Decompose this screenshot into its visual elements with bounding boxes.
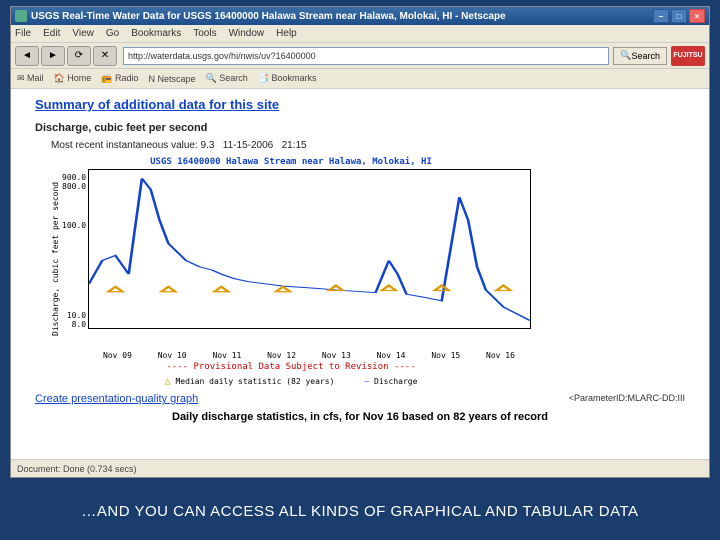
create-graph-link[interactable]: Create presentation-quality graph — [35, 393, 198, 405]
section-title[interactable]: Summary of additional data for this site — [35, 97, 685, 112]
menubar: File Edit View Go Bookmarks Tools Window… — [11, 25, 709, 43]
chart-plot — [88, 169, 531, 329]
menu-bookmarks[interactable]: Bookmarks — [131, 28, 181, 39]
tb-search[interactable]: 🔍 Search — [206, 73, 248, 84]
chart-title: USGS 16400000 Halawa Stream near Halawa,… — [51, 157, 531, 167]
menu-tools[interactable]: Tools — [193, 28, 216, 39]
x-ticks: Nov 09 Nov 10 Nov 11 Nov 12 Nov 13 Nov 1… — [99, 349, 519, 360]
back-button[interactable]: ◄ — [15, 46, 39, 66]
tb-bookmarks-toolbar[interactable]: 📑 Bookmarks — [258, 73, 317, 84]
forward-button[interactable]: ► — [41, 46, 65, 66]
status-text: Document: Done (0.734 secs) — [17, 464, 137, 474]
personal-toolbar: ✉ Mail 🏠 Home 📻 Radio N Netscape 🔍 Searc… — [11, 69, 709, 89]
parameter-heading: Discharge, cubic feet per second — [35, 122, 685, 134]
tb-mail[interactable]: ✉ Mail — [17, 73, 44, 84]
triangle-icon: △ — [165, 376, 171, 387]
menu-go[interactable]: Go — [106, 28, 119, 39]
chart-legend: △ Median daily statistic (82 years) — Di… — [51, 376, 531, 387]
menu-edit[interactable]: Edit — [43, 28, 60, 39]
y-axis-label: Discharge, cubic feet per second — [51, 169, 60, 349]
url-input[interactable]: http://waterdata.usgs.gov/hi/nwis/uv?164… — [123, 47, 609, 65]
search-button[interactable]: 🔍 Search — [613, 47, 667, 65]
tb-home[interactable]: 🏠 Home — [54, 73, 92, 84]
maximize-button[interactable]: □ — [671, 9, 687, 23]
app-icon — [15, 10, 27, 22]
close-button[interactable]: × — [689, 9, 705, 23]
search-icon: 🔍 — [620, 50, 631, 61]
menu-view[interactable]: View — [72, 28, 94, 39]
provisional-notice: ---- Provisional Data Subject to Revisio… — [51, 362, 531, 372]
chart-area: USGS 16400000 Halawa Stream near Halawa,… — [51, 157, 531, 387]
fujitsu-logo: FUJITSU — [671, 46, 705, 66]
slide-caption: …AND YOU CAN ACCESS ALL KINDS OF GRAPHIC… — [0, 503, 720, 520]
recent-value-line: Most recent instantaneous value: 9.3 11-… — [51, 140, 685, 151]
search-label: Search — [631, 51, 660, 61]
menu-window[interactable]: Window — [229, 28, 265, 39]
page-content: Summary of additional data for this site… — [11, 89, 709, 461]
browser-window: USGS Real-Time Water Data for USGS 16400… — [10, 6, 710, 478]
url-text: http://waterdata.usgs.gov/hi/nwis/uv?164… — [128, 51, 316, 61]
window-title: USGS Real-Time Water Data for USGS 16400… — [31, 11, 506, 22]
navbar: ◄ ► ⟳ ✕ http://waterdata.usgs.gov/hi/nwi… — [11, 43, 709, 69]
stop-button[interactable]: ✕ — [93, 46, 117, 66]
menu-help[interactable]: Help — [276, 28, 297, 39]
y-ticks: 900.0 800.0 100.0 10.0 8.0 — [62, 169, 88, 349]
stats-heading: Daily discharge statistics, in cfs, for … — [35, 411, 685, 423]
tb-radio[interactable]: 📻 Radio — [101, 73, 138, 84]
slide: USGS Real-Time Water Data for USGS 16400… — [0, 0, 720, 540]
median-markers — [89, 170, 530, 328]
minimize-button[interactable]: – — [653, 9, 669, 23]
titlebar: USGS Real-Time Water Data for USGS 16400… — [11, 7, 709, 25]
reload-button[interactable]: ⟳ — [67, 46, 91, 66]
tb-netscape[interactable]: N Netscape — [149, 74, 196, 84]
parameter-code: <ParameterID:MLARC-DD:III — [569, 393, 685, 403]
statusbar: Document: Done (0.734 secs) — [11, 459, 709, 477]
menu-file[interactable]: File — [15, 28, 31, 39]
